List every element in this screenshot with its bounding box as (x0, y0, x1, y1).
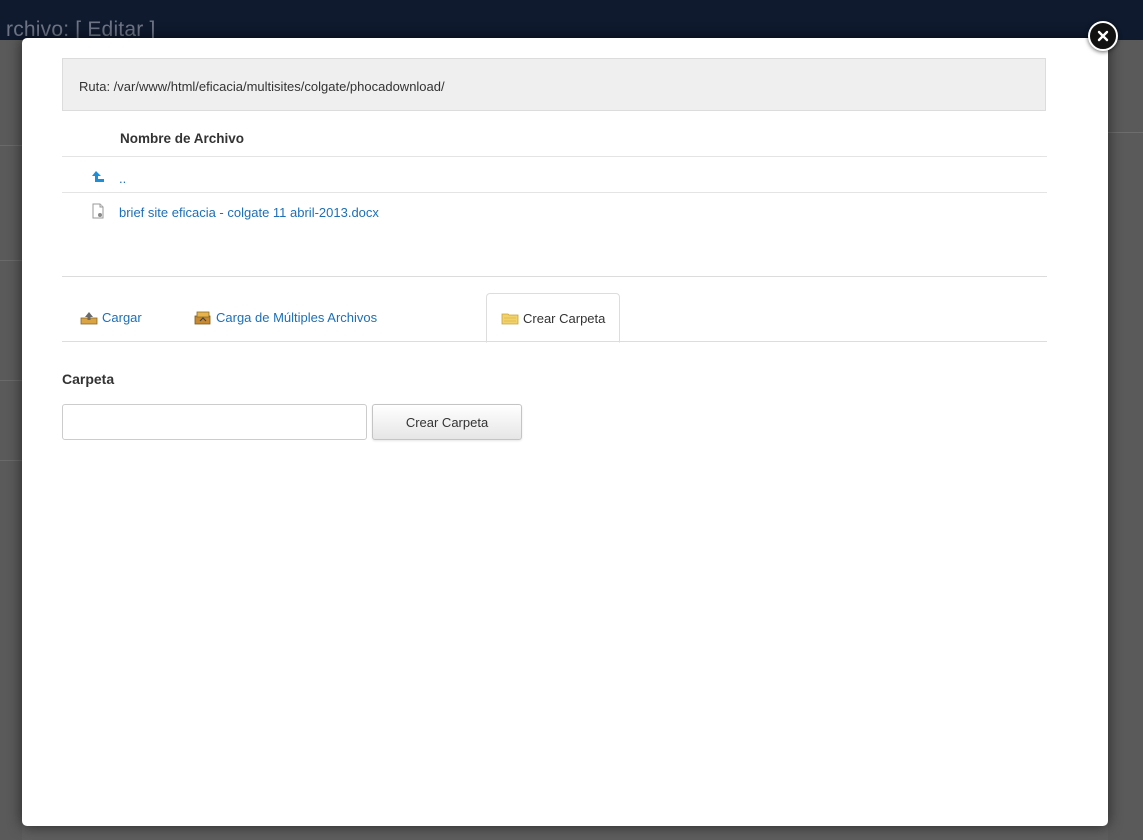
background-divider (0, 460, 22, 461)
upload-tabs: Cargar Carga de Múltiples Archivos Crear… (62, 293, 1047, 343)
table-divider (62, 156, 1047, 157)
tab-upload[interactable]: Cargar (80, 293, 142, 342)
background-divider (0, 260, 22, 261)
document-icon (90, 203, 106, 219)
folder-icon (501, 311, 519, 325)
tab-multiple-upload-label: Carga de Múltiples Archivos (216, 310, 378, 325)
folder-up-icon (90, 169, 106, 185)
background-divider (0, 380, 22, 381)
tab-create-folder[interactable]: Crear Carpeta (486, 293, 621, 343)
path-bar: Ruta: /var/www/html/eficacia/multisites/… (62, 58, 1046, 111)
table-divider (62, 192, 1047, 193)
tab-multiple-upload[interactable]: Carga de Múltiples Archivos (194, 293, 377, 342)
background-divider (1108, 132, 1143, 133)
file-link[interactable]: brief site eficacia - colgate 11 abril-2… (119, 205, 379, 220)
table-row-parent[interactable]: .. (62, 162, 1047, 192)
background-header: rchivo: [ Editar ] (0, 0, 1143, 41)
create-folder-button[interactable]: Crear Carpeta (372, 404, 522, 440)
background-divider (0, 145, 22, 146)
close-icon (1096, 29, 1110, 43)
tab-upload-label: Cargar (102, 310, 142, 325)
background-left-edge (0, 40, 22, 840)
parent-folder-link[interactable]: .. (119, 171, 126, 186)
background-right-edge (1108, 40, 1143, 840)
close-dialog-button[interactable] (1088, 21, 1118, 51)
tab-create-folder-label: Crear Carpeta (523, 310, 606, 326)
table-row-file[interactable]: brief site eficacia - colgate 11 abril-2… (62, 196, 1047, 226)
multi-upload-icon (194, 311, 212, 325)
section-divider (62, 276, 1047, 277)
file-manager-dialog: Ruta: /var/www/html/eficacia/multisites/… (22, 38, 1108, 826)
path-text: Ruta: /var/www/html/eficacia/multisites/… (79, 79, 445, 94)
upload-icon (80, 311, 98, 325)
folder-name-input[interactable] (62, 404, 367, 440)
column-header-filename: Nombre de Archivo (120, 131, 245, 146)
folder-field-label: Carpeta (62, 371, 115, 387)
tabs-baseline (62, 341, 1047, 342)
